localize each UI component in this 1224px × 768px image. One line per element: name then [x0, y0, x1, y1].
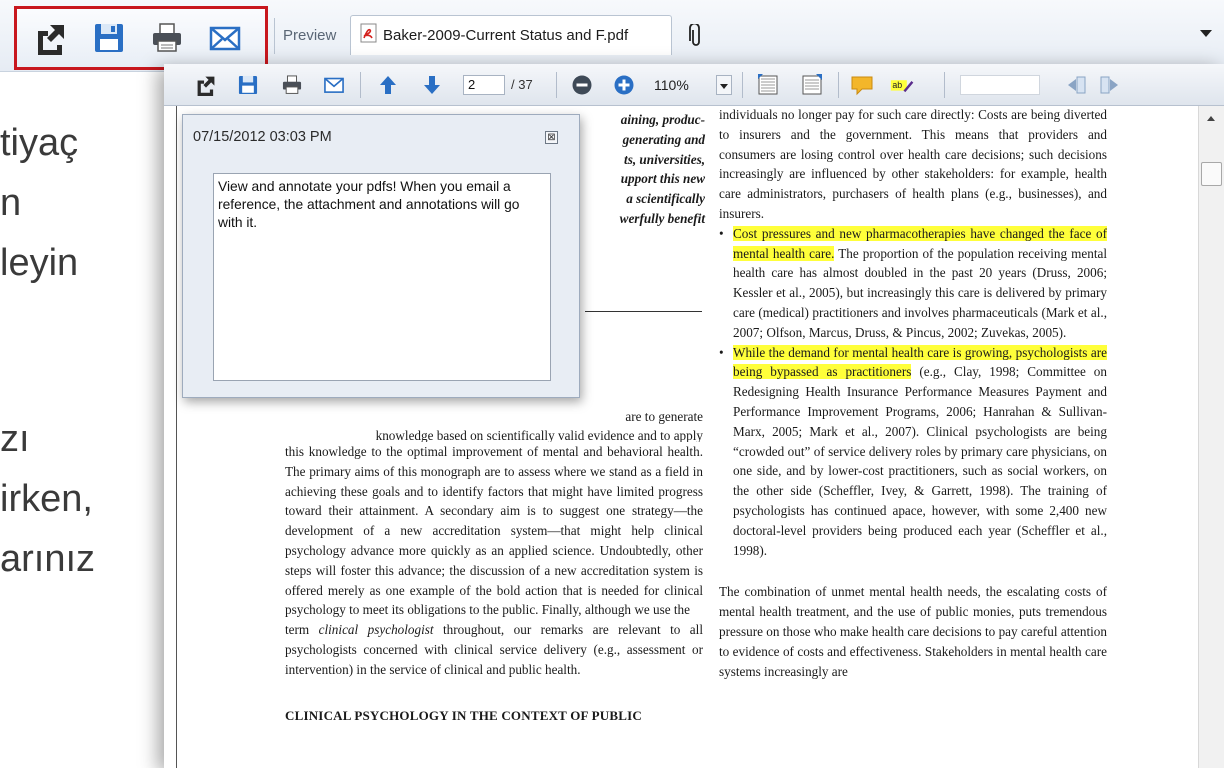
page-number-input[interactable]: 2	[463, 75, 505, 95]
text-line-cut: knowledge based on scientifically valid …	[375, 428, 703, 442]
divider	[274, 18, 275, 54]
divider	[556, 72, 557, 98]
slide-text-line: zı	[0, 418, 30, 460]
slide-text-line: irken,	[0, 478, 93, 520]
sticky-note-popup: 07/15/2012 03:03 PM ⊠ View and annotate …	[182, 114, 580, 398]
vertical-scrollbar[interactable]	[1198, 106, 1224, 768]
svg-text:ab: ab	[892, 80, 902, 90]
section-heading: CLINICAL PSYCHOLOGY IN THE CONTEXT OF PU…	[285, 707, 642, 723]
text-line: aining, produc-	[620, 112, 705, 127]
tab-preview[interactable]: Preview	[283, 27, 336, 44]
body-paragraph: The combination of unmet mental health n…	[719, 584, 1107, 679]
text-line: ts, universities,	[624, 151, 705, 167]
print-icon[interactable]	[280, 73, 304, 97]
text-line: a scientifically	[626, 191, 705, 207]
scroll-thumb[interactable]	[1201, 162, 1222, 186]
zoom-out-icon[interactable]	[570, 73, 594, 97]
pdf-file-icon	[359, 23, 379, 48]
next-result-icon[interactable]	[1098, 73, 1122, 97]
slide-text-line: arınız	[0, 538, 96, 580]
fit-width-icon[interactable]	[800, 73, 824, 97]
zoom-dropdown-arrow[interactable]	[716, 75, 732, 95]
email-icon[interactable]	[322, 73, 346, 97]
search-input[interactable]	[960, 75, 1040, 95]
save-icon[interactable]	[236, 73, 260, 97]
arrow-down-icon[interactable]	[420, 73, 444, 97]
text-line: are to generate	[625, 409, 703, 424]
chevron-down-icon[interactable]	[1200, 30, 1212, 37]
slide-text-line: leyin	[0, 242, 79, 284]
slide-text-line: n	[0, 182, 22, 224]
note-timestamp: 07/15/2012 03:03 PM	[193, 129, 332, 145]
comment-icon[interactable]	[850, 73, 874, 97]
scroll-up-arrow-icon[interactable]	[1207, 116, 1215, 121]
bullet-glyph: •	[719, 225, 724, 241]
note-text-area[interactable]: View and annotate your pdfs! When you em…	[213, 173, 551, 381]
tab-document[interactable]: Baker-2009-Current Status and F.pdf	[350, 15, 672, 55]
pdf-toolbar: 2 / 37 110% ab	[164, 64, 1224, 106]
slide-text-line: tiyaç	[0, 122, 79, 164]
divider	[838, 72, 839, 98]
app-topbar: Preview Baker-2009-Current Status and F.…	[0, 0, 1224, 72]
bullet-item: • While the demand for mental health car…	[719, 343, 1107, 561]
body-paragraph: this knowledge to the optimal improvemen…	[285, 444, 703, 618]
previous-result-icon[interactable]	[1064, 73, 1088, 97]
right-column-body: individuals no longer pay for such care …	[719, 105, 1107, 681]
text-line: generating and	[622, 131, 705, 147]
fit-page-icon[interactable]	[756, 73, 780, 97]
page-total: / 37	[511, 77, 533, 92]
open-external-icon[interactable]	[31, 18, 71, 58]
tab-document-label: Baker-2009-Current Status and F.pdf	[383, 27, 629, 44]
left-column-top-fragments: aining, produc- generating and ts, unive…	[579, 110, 705, 229]
zoom-in-icon[interactable]	[612, 73, 636, 97]
save-icon[interactable]	[89, 18, 129, 58]
highlight-text-icon[interactable]: ab	[890, 73, 914, 97]
divider	[944, 72, 945, 98]
italic-term: clinical psychologist	[318, 622, 434, 638]
section-rule	[585, 311, 702, 312]
paperclip-icon[interactable]	[686, 22, 706, 48]
close-icon[interactable]: ⊠	[545, 131, 558, 144]
email-icon[interactable]	[205, 18, 245, 58]
open-external-icon[interactable]	[194, 73, 218, 97]
highlighted-toolbar-callout	[14, 6, 268, 70]
arrow-up-icon[interactable]	[376, 73, 400, 97]
body-paragraph: individuals no longer pay for such care …	[719, 107, 1107, 221]
bullet-item: • Cost pressures and new pharmacotherapi…	[719, 224, 1107, 343]
body-paragraph: term clinical psychologist throughout, o…	[285, 620, 703, 679]
text-span: term	[285, 622, 319, 638]
divider	[360, 72, 361, 98]
bullet-glyph: •	[719, 344, 724, 360]
print-icon[interactable]	[147, 18, 187, 58]
text-span: (e.g., Clay, 1998; Committee on Redesign…	[733, 364, 1107, 558]
text-line: upport this new	[620, 171, 705, 187]
text-line: werfully benefit	[619, 210, 705, 226]
divider	[742, 72, 743, 98]
left-column-body: knowledge based on scientifically valid …	[285, 426, 703, 725]
